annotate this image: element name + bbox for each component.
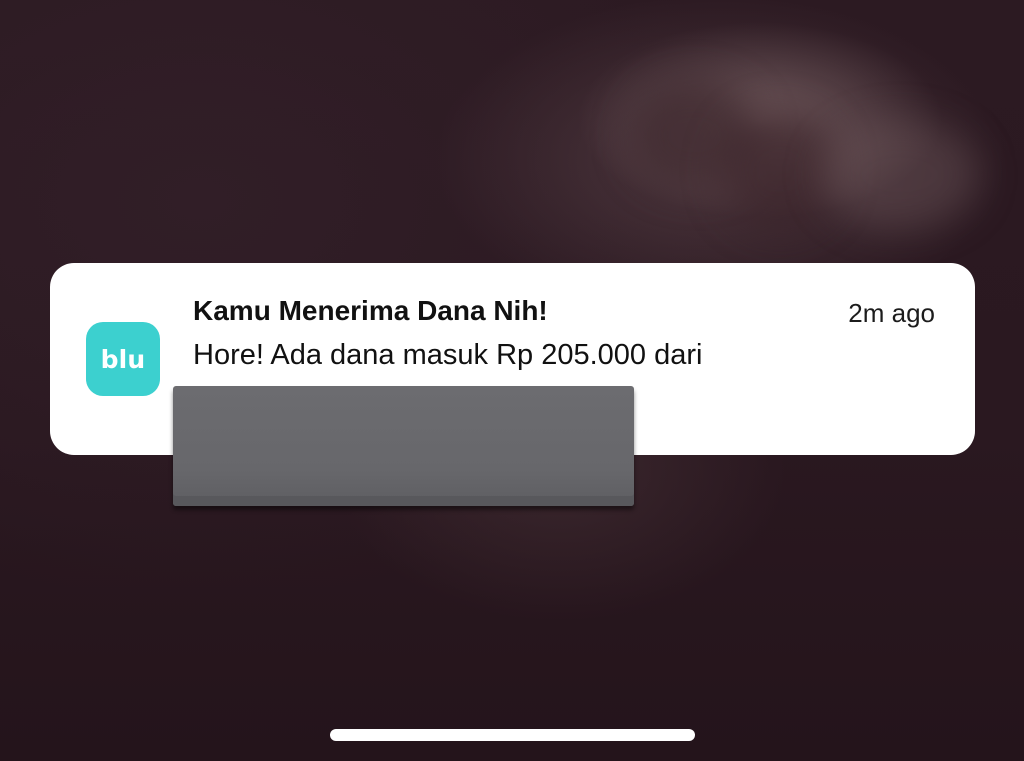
redaction-block xyxy=(173,386,634,506)
notification-body: Hore! Ada dana masuk Rp 205.000 dari xyxy=(193,339,703,371)
notification-title: Kamu Menerima Dana Nih! xyxy=(193,295,548,326)
wallpaper-blur-shape xyxy=(820,120,980,230)
notification-timestamp: 2m ago xyxy=(848,298,935,328)
home-indicator[interactable] xyxy=(330,729,695,741)
app-icon-label: blu xyxy=(100,344,146,374)
blu-app-icon: blu xyxy=(86,322,160,396)
